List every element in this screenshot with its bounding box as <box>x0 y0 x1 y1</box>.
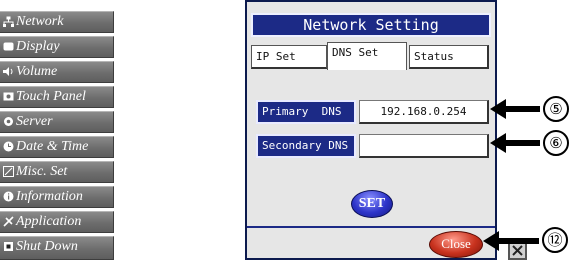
sidebar-item-touch-panel[interactable]: Touch Panel <box>0 86 114 108</box>
clock-icon <box>3 141 14 152</box>
sidebar-item-application[interactable]: Application <box>0 211 114 233</box>
sidebar-item-label: Date & Time <box>16 139 89 154</box>
sidebar-menu: Network Display Volume Touch Panel Serve… <box>0 11 114 260</box>
sidebar-item-label: Application <box>16 214 82 229</box>
touch-panel-icon <box>3 92 14 101</box>
sidebar-item-label: Display <box>16 39 60 54</box>
primary-dns-field[interactable]: 192.168.0.254 <box>359 100 489 124</box>
sidebar-item-label: Misc. Set <box>16 164 68 179</box>
server-icon <box>4 117 13 126</box>
sidebar-item-shut-down[interactable]: Shut Down <box>0 236 114 260</box>
sidebar-item-date-time[interactable]: Date & Time <box>0 136 114 158</box>
sidebar-item-volume[interactable]: Volume <box>0 61 114 83</box>
sidebar-item-server[interactable]: Server <box>0 111 114 133</box>
network-icon <box>3 16 14 27</box>
misc-icon <box>3 166 14 177</box>
display-icon <box>3 42 14 51</box>
sidebar-item-label: Server <box>16 114 53 129</box>
tab-ip-set[interactable]: IP Set <box>251 45 327 69</box>
sidebar-item-label: Touch Panel <box>16 89 86 104</box>
arrow-left-icon <box>490 133 540 153</box>
set-button[interactable]: SET <box>351 190 393 218</box>
sidebar-item-label: Information <box>16 189 83 204</box>
sidebar-item-network[interactable]: Network <box>0 11 114 33</box>
speaker-icon <box>3 67 13 76</box>
network-setting-panel: Network Setting IP Set DNS Set Status Pr… <box>245 0 497 260</box>
sidebar-item-label: Shut Down <box>16 239 78 254</box>
application-icon <box>3 216 14 227</box>
sidebar-item-misc-set[interactable]: Misc. Set <box>0 161 114 183</box>
arrow-left-icon <box>490 99 540 119</box>
secondary-dns-field[interactable] <box>359 134 489 158</box>
arrow-left-icon <box>483 231 539 251</box>
shutdown-icon <box>4 242 13 251</box>
info-icon <box>3 191 14 202</box>
callout-number: ⑥ <box>543 130 569 156</box>
sidebar-item-display[interactable]: Display <box>0 36 114 58</box>
callout-number: ⑫ <box>542 227 568 253</box>
sidebar-item-information[interactable]: Information <box>0 186 114 208</box>
sidebar-item-label: Volume <box>16 64 58 79</box>
tab-dns-set[interactable]: DNS Set <box>327 42 407 70</box>
page-title: Network Setting <box>251 13 491 37</box>
secondary-dns-label: Secondary DNS <box>256 134 356 158</box>
tab-status[interactable]: Status <box>409 45 489 69</box>
sidebar-item-label: Network <box>16 14 64 29</box>
primary-dns-label: Primary DNS <box>256 100 356 124</box>
panel-divider <box>247 226 495 228</box>
callout-number: ⑤ <box>543 96 569 122</box>
close-button[interactable]: Close <box>429 231 483 258</box>
